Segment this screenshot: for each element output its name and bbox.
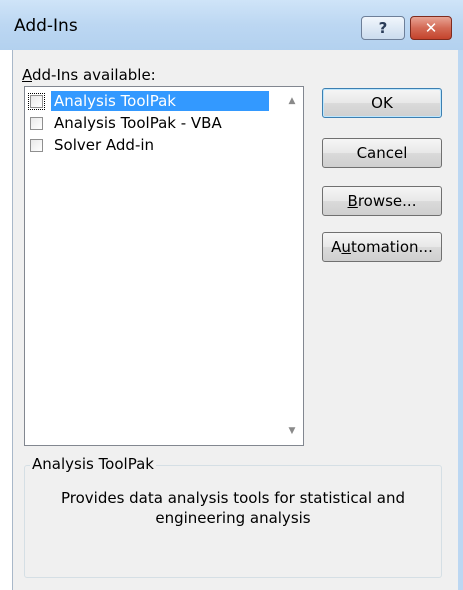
list-item-solver-add-in[interactable]: Solver Add-in xyxy=(30,134,280,156)
ok-button[interactable]: OK xyxy=(322,88,442,118)
list-item-analysis-toolpak-vba[interactable]: Analysis ToolPak - VBA xyxy=(30,112,280,134)
cancel-button[interactable]: Cancel xyxy=(322,138,442,168)
scroll-down-arrow-icon[interactable]: ▼ xyxy=(284,423,300,439)
scroll-up-arrow-icon[interactable]: ▲ xyxy=(284,93,300,109)
add-in-description: Provides data analysis tools for statist… xyxy=(60,489,405,527)
help-button[interactable]: ? xyxy=(361,16,405,40)
description-group-title: Analysis ToolPak xyxy=(30,455,156,473)
close-icon: ✕ xyxy=(424,19,438,37)
question-mark-icon: ? xyxy=(378,19,388,37)
list-item-label: Solver Add-in xyxy=(54,136,155,154)
solver-add-in-checkbox[interactable] xyxy=(30,138,43,152)
list-item-label: Analysis ToolPak xyxy=(51,91,269,111)
automation-button[interactable]: Automation... xyxy=(322,232,442,262)
title-bar[interactable]: Add-Ins ? ✕ xyxy=(0,0,463,50)
analysis-toolpak-checkbox[interactable] xyxy=(28,92,45,110)
add-ins-dialog: Add-Ins ? ✕ Add-Ins available: Analysis … xyxy=(0,0,463,590)
browse-button[interactable]: Browse... xyxy=(322,186,442,216)
add-ins-available-label: Add-Ins available: xyxy=(22,66,156,84)
add-ins-listbox[interactable]: Analysis ToolPak Analysis ToolPak - VBA … xyxy=(24,86,304,446)
window-frame-left xyxy=(0,50,12,590)
window-frame-right xyxy=(458,50,463,590)
analysis-toolpak-vba-checkbox[interactable] xyxy=(30,116,43,130)
close-button[interactable]: ✕ xyxy=(410,16,452,40)
list-item-analysis-toolpak[interactable]: Analysis ToolPak xyxy=(28,90,280,112)
dialog-title: Add-Ins xyxy=(14,16,78,36)
list-item-label: Analysis ToolPak - VBA xyxy=(54,114,222,132)
